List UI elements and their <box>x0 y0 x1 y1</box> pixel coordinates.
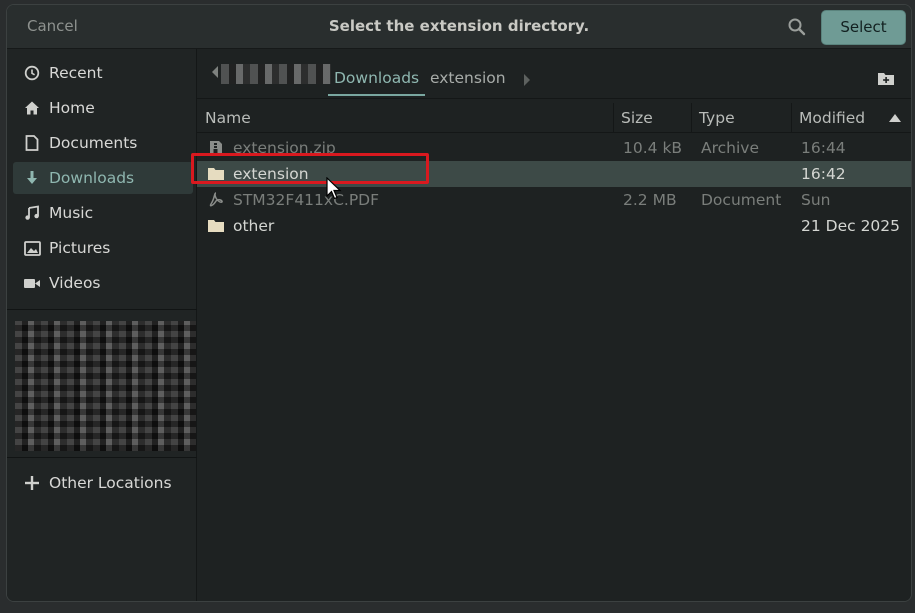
file-name: extension <box>233 165 309 183</box>
column-modified-header[interactable]: Modified <box>799 109 865 127</box>
new-folder-button[interactable] <box>877 71 895 90</box>
path-scroll-right-button[interactable] <box>523 73 531 91</box>
column-headers: Name Size Type Modified <box>197 101 911 133</box>
breadcrumb-downloads[interactable]: Downloads <box>327 69 426 96</box>
clock-icon <box>21 64 43 82</box>
places-sidebar: Recent Home Documents Downloads Music Pi… <box>7 49 197 601</box>
picture-icon <box>21 239 43 257</box>
archive-icon <box>210 141 222 155</box>
file-type: Document <box>701 191 782 209</box>
sidebar-item-label: Documents <box>49 134 138 152</box>
sidebar-item-downloads[interactable]: Downloads <box>13 162 193 194</box>
file-modified: 21 Dec 2025 <box>801 217 901 235</box>
file-modified: Sun <box>801 191 831 209</box>
file-name: extension.zip <box>233 139 336 157</box>
folder-icon <box>208 220 224 232</box>
sidebar-item-pictures[interactable]: Pictures <box>13 232 193 264</box>
sidebar-item-home[interactable]: Home <box>13 92 193 124</box>
path-scroll-left-button[interactable] <box>211 65 219 83</box>
sidebar-item-label: Pictures <box>49 239 111 257</box>
dialog-title: Select the extension directory. <box>328 17 590 35</box>
breadcrumb-extension[interactable]: extension <box>430 69 506 87</box>
document-icon <box>21 134 43 152</box>
file-browser: Downloads extension Name Size Type Modif… <box>197 49 911 601</box>
sidebar-item-label: Downloads <box>49 169 135 187</box>
file-row-extension-zip[interactable]: extension.zip 10.4 kB Archive 16:44 <box>197 135 911 161</box>
sidebar-item-label: Other Locations <box>49 474 172 492</box>
path-bar: Downloads extension <box>197 49 911 99</box>
file-type: Archive <box>701 139 759 157</box>
file-modified: 16:44 <box>801 139 846 157</box>
column-size-header[interactable]: Size <box>621 109 653 127</box>
sidebar-item-label: Videos <box>49 274 101 292</box>
video-icon <box>21 274 43 292</box>
search-button[interactable] <box>785 15 809 39</box>
sidebar-separator <box>7 457 197 458</box>
file-size: 2.2 MB <box>623 191 677 209</box>
chevron-left-icon <box>212 66 218 78</box>
sidebar-separator <box>7 309 197 310</box>
new-folder-icon <box>878 73 894 85</box>
sidebar-item-label: Recent <box>49 64 103 82</box>
sidebar-item-label: Music <box>49 204 94 222</box>
redacted-bookmarks <box>15 321 196 451</box>
search-icon <box>788 18 806 36</box>
column-name-header[interactable]: Name <box>205 109 251 127</box>
column-divider <box>791 103 792 133</box>
sort-ascending-icon <box>889 114 901 122</box>
sidebar-item-music[interactable]: Music <box>13 197 193 229</box>
sidebar-item-label: Home <box>49 99 95 117</box>
mouse-pointer-icon <box>326 177 342 200</box>
column-divider <box>613 103 614 133</box>
dialog-header: Cancel Select the extension directory. S… <box>7 5 911 49</box>
file-modified: 16:42 <box>801 165 846 183</box>
file-name: other <box>233 217 275 235</box>
sidebar-item-recent[interactable]: Recent <box>13 57 193 89</box>
chevron-right-icon <box>524 74 530 86</box>
music-icon <box>21 204 43 222</box>
file-row-extension-folder[interactable]: extension 16:42 <box>197 161 911 187</box>
sidebar-item-videos[interactable]: Videos <box>13 267 193 299</box>
home-icon <box>21 99 43 117</box>
sidebar-item-documents[interactable]: Documents <box>13 127 193 159</box>
file-size: 10.4 kB <box>623 139 683 157</box>
plus-icon <box>21 474 43 492</box>
sidebar-item-other-locations[interactable]: Other Locations <box>13 467 193 499</box>
column-divider <box>691 103 692 133</box>
folder-icon <box>208 168 224 180</box>
file-name: STM32F411xC.PDF <box>233 191 380 209</box>
download-icon <box>21 169 43 187</box>
file-row-other-folder[interactable]: other 21 Dec 2025 <box>197 213 911 239</box>
select-button[interactable]: Select <box>821 10 906 45</box>
column-type-header[interactable]: Type <box>699 109 735 127</box>
pdf-icon <box>209 192 223 207</box>
redacted-path-segment[interactable] <box>221 64 331 84</box>
file-chooser-dialog: Cancel Select the extension directory. S… <box>6 4 912 602</box>
file-row-stm32-pdf[interactable]: STM32F411xC.PDF 2.2 MB Document Sun <box>197 187 911 213</box>
